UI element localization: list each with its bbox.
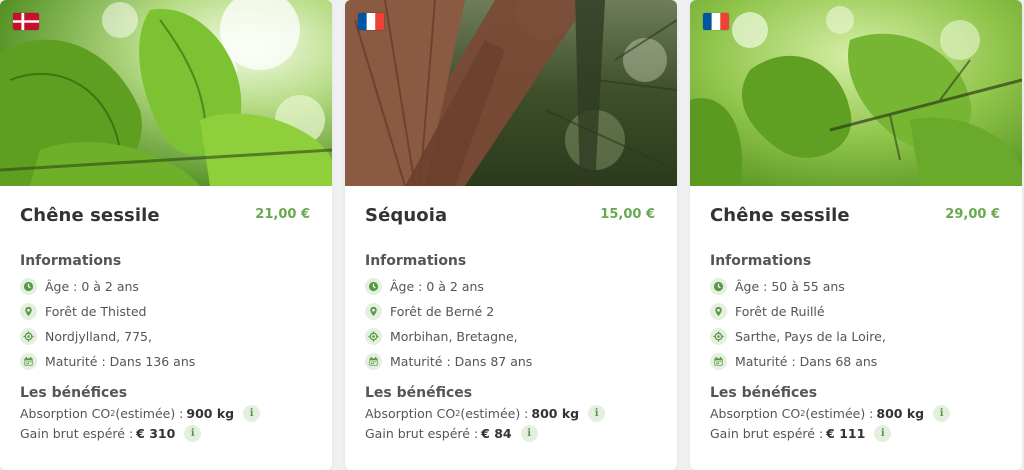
co2-label-suffix: (estimée) : [115, 406, 184, 421]
info-forest: Forêt de Thisted [20, 299, 195, 324]
info-location: Nordjylland, 775, [20, 324, 195, 349]
co2-value: 800 kg [876, 406, 925, 421]
france-flag-icon [358, 13, 384, 30]
co2-absorption: Absorption CO 2 (estimée) : 900 kg i [20, 405, 261, 422]
co2-label-prefix: Absorption CO [20, 406, 111, 421]
tree-price: 15,00 € [600, 207, 655, 222]
co2-absorption: Absorption CO 2 (estimée) : 800 kg i [365, 405, 606, 422]
crosshair-icon [710, 328, 727, 345]
map-pin-icon [710, 303, 727, 320]
denmark-flag-icon [13, 13, 39, 30]
info-location: Morbihan, Bretagne, [365, 324, 532, 349]
info-age-text: Âge : 50 à 55 ans [735, 279, 845, 294]
info-maturity-text: Maturité : Dans 136 ans [45, 354, 196, 369]
co2-label-prefix: Absorption CO [710, 406, 801, 421]
info-maturity: Maturité : Dans 68 ans [710, 349, 886, 374]
tree-title: Chêne sessile [20, 205, 160, 226]
tree-title: Séquoia [365, 205, 448, 226]
info-maturity-text: Maturité : Dans 87 ans [390, 354, 533, 369]
co2-value: 800 kg [531, 406, 580, 421]
info-forest-text: Forêt de Berné 2 [390, 304, 495, 319]
france-flag-icon [703, 13, 729, 30]
tree-price: 29,00 € [945, 207, 1000, 222]
benefits-heading: Les bénéfices [365, 385, 473, 401]
informations-heading: Informations [20, 253, 122, 269]
info-icon[interactable]: i [184, 425, 202, 442]
info-maturity: Maturité : Dans 87 ans [365, 349, 532, 374]
benefits-heading: Les bénéfices [710, 385, 818, 401]
info-forest-text: Forêt de Thisted [45, 304, 147, 319]
expected-gain: Gain brut espéré : € 84 i [365, 425, 538, 442]
info-forest: Forêt de Berné 2 [365, 299, 532, 324]
info-age: Âge : 50 à 55 ans [710, 274, 886, 299]
info-icon[interactable]: i [520, 425, 538, 442]
oak-branch-photo [690, 0, 1022, 186]
expected-gain: Gain brut espéré : € 111 i [710, 425, 892, 442]
tree-card[interactable]: Chêne sessile 21,00 € Informations Âge :… [0, 0, 332, 470]
co2-absorption: Absorption CO 2 (estimée) : 800 kg i [710, 405, 951, 422]
info-icon[interactable]: i [933, 405, 951, 422]
info-location: Sarthe, Pays de la Loire, [710, 324, 886, 349]
calendar-icon [365, 353, 382, 370]
co2-label-suffix: (estimée) : [460, 406, 529, 421]
info-maturity: Maturité : Dans 136 ans [20, 349, 195, 374]
info-location-text: Nordjylland, 775, [45, 329, 152, 344]
info-location-text: Morbihan, Bretagne, [390, 329, 518, 344]
info-age-text: Âge : 0 à 2 ans [390, 279, 484, 294]
tree-cards-row: Chêne sessile 21,00 € Informations Âge :… [0, 0, 1024, 470]
expected-gain: Gain brut espéré : € 310 i [20, 425, 202, 442]
benefits-heading: Les bénéfices [20, 385, 128, 401]
gain-label: Gain brut espéré : [20, 426, 134, 441]
co2-label-prefix: Absorption CO [365, 406, 456, 421]
sequoia-trunks-photo [345, 0, 677, 186]
info-age: Âge : 0 à 2 ans [20, 274, 195, 299]
info-icon[interactable]: i [588, 405, 606, 422]
informations-heading: Informations [365, 253, 467, 269]
clock-icon [710, 278, 727, 295]
info-list: Âge : 50 à 55 ans Forêt de Ruillé Sarthe… [710, 274, 886, 374]
map-pin-icon [20, 303, 37, 320]
crosshair-icon [20, 328, 37, 345]
map-pin-icon [365, 303, 382, 320]
info-maturity-text: Maturité : Dans 68 ans [735, 354, 878, 369]
crosshair-icon [365, 328, 382, 345]
co2-label-suffix: (estimée) : [805, 406, 874, 421]
clock-icon [365, 278, 382, 295]
gain-label: Gain brut espéré : [365, 426, 479, 441]
gain-value: € 310 [136, 426, 176, 441]
gain-label: Gain brut espéré : [710, 426, 824, 441]
gain-value: € 84 [481, 426, 512, 441]
info-list: Âge : 0 à 2 ans Forêt de Berné 2 Morbiha… [365, 274, 532, 374]
info-age: Âge : 0 à 2 ans [365, 274, 532, 299]
informations-heading: Informations [710, 253, 812, 269]
info-forest-text: Forêt de Ruillé [735, 304, 825, 319]
info-forest: Forêt de Ruillé [710, 299, 886, 324]
co2-value: 900 kg [186, 406, 235, 421]
tree-title: Chêne sessile [710, 205, 850, 226]
tree-card[interactable]: Chêne sessile 29,00 € Informations Âge :… [690, 0, 1022, 470]
info-location-text: Sarthe, Pays de la Loire, [735, 329, 886, 344]
tree-price: 21,00 € [255, 207, 310, 222]
info-list: Âge : 0 à 2 ans Forêt de Thisted Nordjyl… [20, 274, 195, 374]
oak-leaves-photo [0, 0, 332, 186]
calendar-icon [710, 353, 727, 370]
clock-icon [20, 278, 37, 295]
calendar-icon [20, 353, 37, 370]
info-icon[interactable]: i [243, 405, 261, 422]
tree-card[interactable]: Séquoia 15,00 € Informations Âge : 0 à 2… [345, 0, 677, 470]
info-age-text: Âge : 0 à 2 ans [45, 279, 139, 294]
info-icon[interactable]: i [874, 425, 892, 442]
gain-value: € 111 [826, 426, 866, 441]
